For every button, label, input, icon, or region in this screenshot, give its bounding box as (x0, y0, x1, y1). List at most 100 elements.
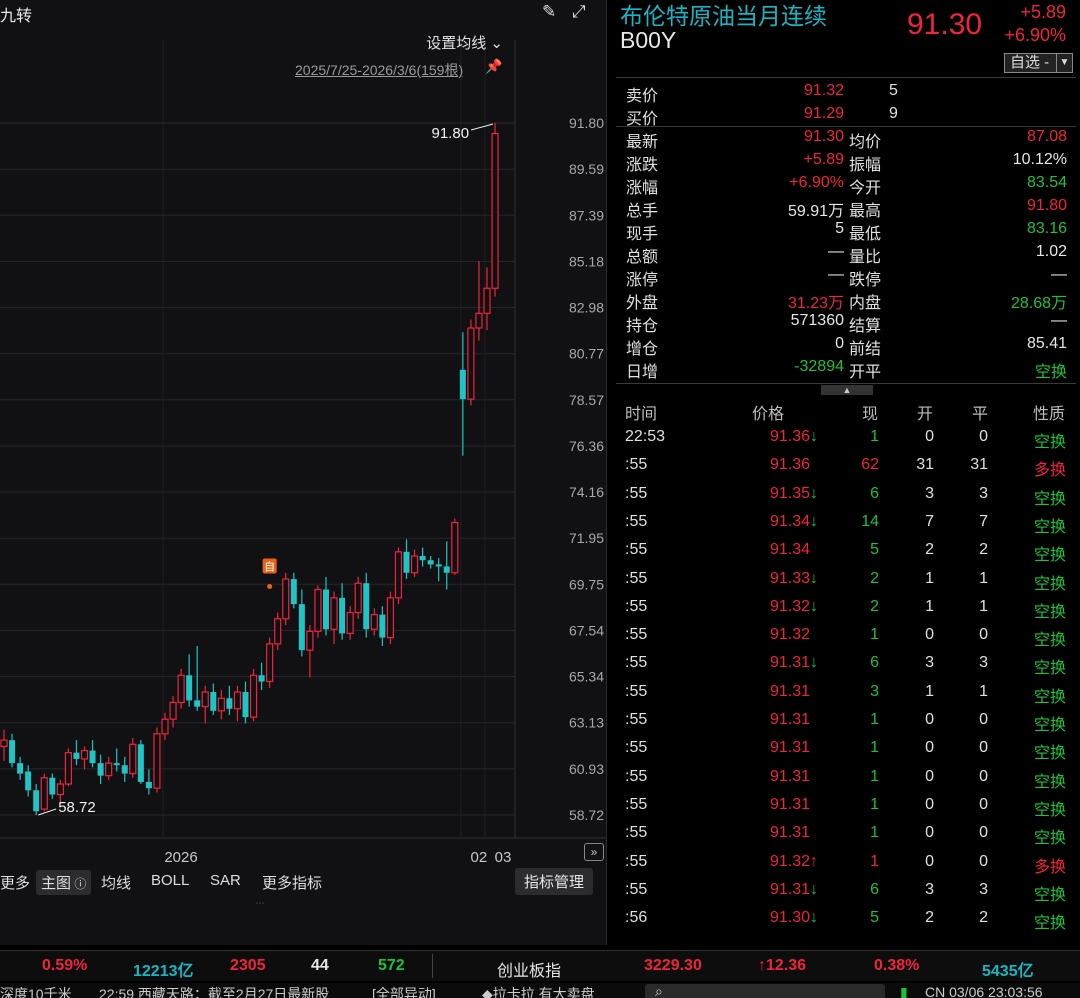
y-tick-label: 65.34 (569, 669, 604, 685)
kline-chart[interactable]: 91.80 89.59 87.39 85.18 82.98 80.77 78.57 76.36… (0, 0, 607, 866)
y-tick-label: 82.98 (569, 300, 604, 316)
stat-value: — (828, 266, 844, 283)
tick-row[interactable]: 22:53 91.36 ↓ 1 0 0 空换 (611, 425, 1080, 453)
tick-price: 91.31 (769, 654, 810, 672)
tick-nature: 空换 (1033, 830, 1066, 848)
col-time: 时间 (625, 406, 658, 423)
expand-right-icon[interactable]: » (584, 843, 604, 861)
tick-row[interactable]: :55 91.32 1 0 0 空换 (611, 623, 1080, 651)
tick-nature: 空换 (1033, 745, 1066, 763)
tick-time: :55 (625, 880, 648, 898)
stat-value: 83.16 (1026, 220, 1067, 237)
tick-time: :55 (625, 512, 648, 530)
tick-volume: 1 (870, 824, 879, 842)
tick-open: 0 (925, 852, 934, 870)
alert-item[interactable]: ◆拉卡拉 有大卖盘 (482, 984, 595, 998)
candle-body-up (249, 674, 258, 718)
date-range-label[interactable]: 2025/7/25-2026/3/6(159根) (295, 60, 463, 80)
candle-body-up (410, 555, 419, 574)
y-tick-label: 60.93 (569, 761, 604, 777)
tick-row[interactable]: :55 91.33 ↓ 2 1 1 空换 (611, 567, 1080, 595)
tick-row[interactable]: :55 91.31 1 0 0 空换 (611, 765, 1080, 793)
stat-value: 87.08 (1026, 128, 1067, 145)
tick-row[interactable]: :55 91.31 1 0 0 空换 (611, 821, 1080, 849)
candle-body-up (346, 611, 354, 635)
candle-body-up (370, 613, 378, 630)
watchlist-button[interactable]: 自选 - ▼ (1004, 53, 1073, 73)
kline-chart-panel[interactable]: 91.80 89.59 87.39 85.18 82.98 80.77 78.57 76.36… (0, 0, 607, 945)
candle-body-down (49, 777, 56, 795)
tick-nature: 多换 (1033, 462, 1066, 480)
dropdown-arrow-icon[interactable]: ▼ (1056, 54, 1072, 72)
chart-annotations: 91.80 58.72 自 (38, 123, 494, 816)
ma-button[interactable]: 均线 (101, 872, 131, 893)
y-tick-label: 63.13 (569, 715, 604, 731)
tick-nature: 多换 (1033, 858, 1066, 876)
low-arrow-line (38, 808, 57, 816)
y-tick-label: 71.95 (569, 530, 604, 546)
y-tick-label: 69.75 (569, 576, 604, 592)
tick-close: 0 (979, 739, 988, 757)
tick-row[interactable]: :55 91.36 62 31 31 多换 (611, 453, 1080, 481)
last-price: 91.30 (907, 8, 983, 41)
candle-body-down (443, 566, 450, 573)
collapse-toggle-icon[interactable]: ▲ (821, 385, 873, 395)
tick-row[interactable]: :55 91.31 1 0 0 空换 (611, 708, 1080, 736)
candle-body-down (121, 765, 128, 774)
tick-row[interactable]: :55 91.31 ↓ 6 3 3 空换 (611, 878, 1080, 906)
tick-row[interactable]: :55 91.32 ↓ 2 1 1 空换 (611, 595, 1080, 623)
tick-row[interactable]: :55 91.32 ↑ 1 0 0 多换 (611, 850, 1080, 878)
index-name[interactable]: 创业板指 (497, 957, 561, 981)
tick-open: 0 (925, 626, 934, 644)
news-item[interactable]: 深度10千米 (0, 984, 72, 998)
tick-row[interactable]: :55 91.35 ↓ 6 3 3 空换 (611, 482, 1080, 510)
candle-body-up (64, 752, 73, 785)
more-button[interactable]: 更多 (0, 872, 30, 893)
indicator-management-button[interactable]: 指标管理 (514, 868, 593, 895)
tick-row[interactable]: :55 91.34 ↓ 14 7 7 空换 (611, 510, 1080, 538)
news-item[interactable]: 22:59 西藏天路：截至2月27日最新股 (99, 984, 329, 998)
pin-icon[interactable]: 📌 (485, 58, 502, 75)
candle-body-down (363, 583, 370, 630)
tick-time: 22:53 (625, 428, 666, 445)
panel-resize-handle[interactable]: ⋯ (250, 898, 270, 908)
candle-body-down (258, 675, 265, 682)
candle-body-up (56, 783, 64, 796)
main-chart-button[interactable]: 主图 ⓘ (36, 870, 92, 895)
tick-row[interactable]: :56 91.30 ↓ 5 2 2 空换 (611, 906, 1080, 934)
tick-open: 1 (925, 682, 934, 700)
tick-time: :55 (625, 852, 648, 870)
tick-row[interactable]: :55 91.34 5 2 2 空换 (611, 538, 1080, 566)
candle-body-up (330, 597, 338, 630)
all-alerts-link[interactable]: [全部异动] (372, 984, 436, 998)
candle-body-down (210, 691, 217, 711)
tick-price: 91.31 (769, 682, 810, 700)
news-ticker[interactable]: 深度10千米 22:59 西藏天路：截至2月27日最新股 [全部异动] ◆拉卡拉… (0, 983, 1080, 998)
candle-body-down (9, 740, 16, 764)
sar-button[interactable]: SAR (210, 872, 241, 889)
tick-time: :55 (625, 569, 648, 587)
tick-price: 91.34 (769, 541, 810, 559)
self-marker-text: 自 (264, 560, 275, 573)
tick-row[interactable]: :55 91.31 ↓ 6 3 3 空换 (611, 651, 1080, 679)
tick-price: 91.34 (769, 512, 810, 530)
tick-row[interactable]: :55 91.31 1 0 0 空换 (611, 736, 1080, 764)
more-indicators-button[interactable]: 更多指标 (262, 872, 322, 893)
tick-row[interactable]: :55 91.31 1 0 0 空换 (611, 793, 1080, 821)
tick-volume: 1 (870, 739, 879, 757)
candle-body-up (451, 521, 459, 574)
search-input[interactable]: ⌕ (645, 983, 885, 998)
fullscreen-icon[interactable]: ⤢ (572, 2, 586, 22)
candle-body-up (491, 132, 499, 289)
ma-setting-dropdown[interactable]: 设置均线 ⌄ (426, 32, 503, 53)
tick-time: :55 (625, 767, 648, 785)
tick-row[interactable]: :55 91.31 3 1 1 空换 (611, 680, 1080, 708)
stat-value: 10.12% (1012, 151, 1067, 168)
high-arrow-line (470, 123, 494, 131)
chart-toolbar: 更多 主图 ⓘ 均线 BOLL SAR 更多指标 指标管理 (0, 866, 607, 896)
boll-button[interactable]: BOLL (151, 872, 189, 889)
index-status-bar: 0.59% 12213亿 2305 44 572 创业板指 3229.30 ↑1… (0, 950, 1080, 981)
arrow-down-icon: ↓ (810, 597, 818, 615)
y-tick-label: 76.36 (569, 438, 604, 454)
draw-tool-icon[interactable]: ✎ (542, 2, 556, 22)
